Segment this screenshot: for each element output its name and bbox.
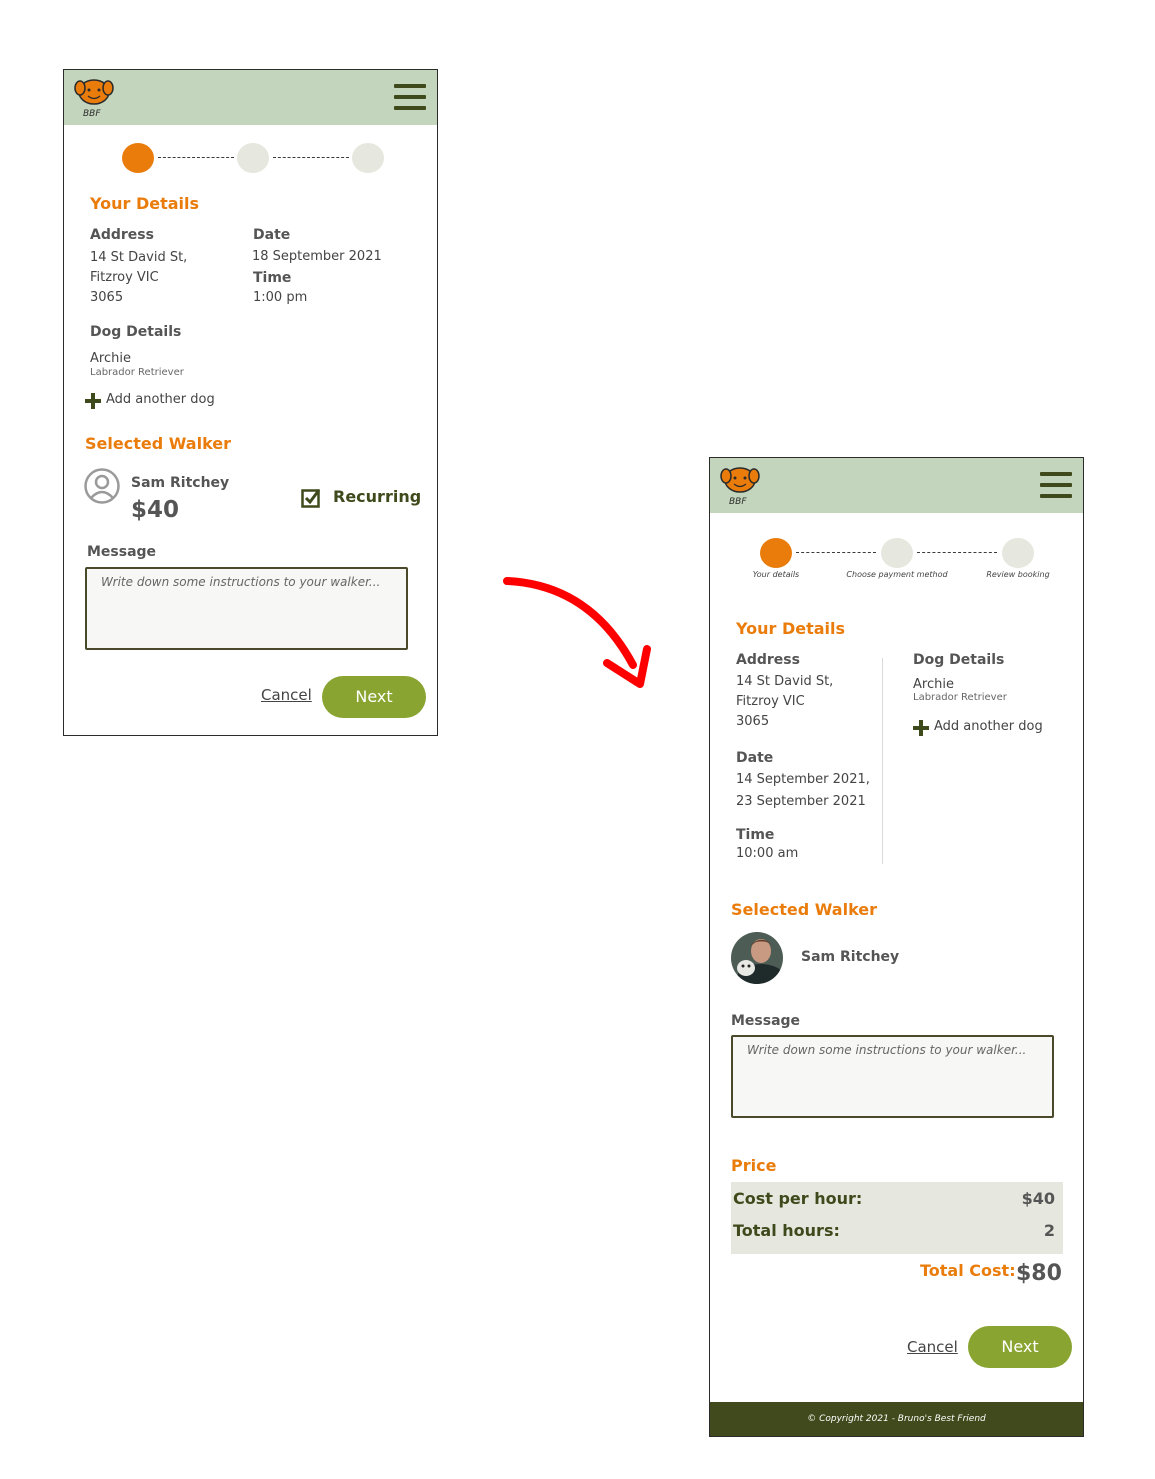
next-button[interactable]: Next	[968, 1326, 1072, 1368]
logo-text: BBF	[83, 109, 101, 119]
logo-text: BBF	[729, 497, 747, 507]
time-label: Time	[736, 827, 775, 843]
dog-details-label: Dog Details	[90, 324, 182, 340]
walker-name: Sam Ritchey	[131, 475, 230, 491]
dog-details-label: Dog Details	[913, 652, 1005, 668]
time-label: Time	[253, 270, 292, 286]
total-hours-row: Total hours: 2	[733, 1221, 1055, 1240]
step-label-your-details: Your details	[752, 570, 800, 579]
dog-logo-icon[interactable]: BBF	[720, 464, 760, 508]
walker-price: $40	[131, 497, 180, 523]
plus-icon[interactable]	[913, 720, 929, 736]
column-divider	[882, 658, 883, 864]
hamburger-menu-icon[interactable]	[1040, 472, 1072, 498]
date-value: 18 September 2021	[252, 249, 382, 264]
total-hours-label: Total hours:	[733, 1221, 840, 1240]
walker-name: Sam Ritchey	[801, 949, 900, 965]
mobile-screen-after: BBF Your details Choose payment method R…	[709, 457, 1084, 1437]
cancel-button[interactable]: Cancel	[261, 686, 312, 704]
step-3-indicator	[1002, 538, 1034, 568]
recurring-label: Recurring	[333, 487, 422, 506]
time-value: 1:00 pm	[253, 290, 308, 305]
add-another-dog-link[interactable]: Add another dog	[106, 392, 215, 407]
total-cost-value: $80	[1016, 1261, 1062, 1286]
price-table: Cost per hour: $40 Total hours: 2	[731, 1182, 1063, 1254]
cancel-button[interactable]: Cancel	[907, 1338, 958, 1356]
date-value: 14 September 2021, 23 September 2021	[736, 772, 870, 809]
step-connector	[273, 157, 349, 158]
cost-per-hour-row: Cost per hour: $40	[733, 1189, 1055, 1208]
cost-per-hour-value: $40	[1021, 1189, 1055, 1208]
message-input[interactable]: Write down some instructions to your wal…	[731, 1035, 1054, 1118]
dog-name: Archie	[913, 677, 954, 692]
total-cost-label: Total Cost:	[920, 1261, 1016, 1280]
step-2-indicator	[237, 143, 269, 173]
add-another-dog-link[interactable]: Add another dog	[934, 719, 1043, 734]
price-title: Price	[731, 1156, 777, 1175]
address-value: 14 St David St, Fitzroy VIC 3065	[736, 674, 834, 729]
walker-photo	[731, 932, 783, 984]
message-input[interactable]: Write down some instructions to your wal…	[85, 567, 408, 650]
date-label: Date	[253, 227, 291, 243]
total-hours-value: 2	[1043, 1221, 1055, 1240]
arrow-icon	[503, 577, 651, 688]
step-connector	[158, 157, 234, 158]
selected-walker-title: Selected Walker	[85, 434, 232, 453]
cost-per-hour-label: Cost per hour:	[733, 1189, 863, 1208]
hamburger-menu-icon[interactable]	[394, 84, 426, 110]
message-label: Message	[731, 1013, 801, 1029]
dog-breed: Labrador Retriever	[913, 692, 1007, 703]
time-value: 10:00 am	[736, 846, 799, 861]
checkbox-checked-icon[interactable]	[301, 488, 321, 508]
app-header: BBF	[710, 458, 1083, 513]
plus-icon[interactable]	[85, 393, 101, 409]
your-details-title: Your Details	[90, 194, 200, 213]
user-avatar-icon	[84, 468, 120, 504]
dog-breed: Labrador Retriever	[90, 367, 184, 378]
address-label: Address	[90, 227, 154, 243]
date-label: Date	[736, 750, 774, 766]
next-button[interactable]: Next	[322, 676, 426, 718]
step-1-indicator	[122, 143, 154, 173]
step-2-indicator	[881, 538, 913, 568]
footer-copyright: © Copyright 2021 - Bruno's Best Friend	[710, 1402, 1083, 1436]
address-label: Address	[736, 652, 800, 668]
step-3-indicator	[352, 143, 384, 173]
selected-walker-title: Selected Walker	[731, 900, 878, 919]
your-details-title: Your Details	[736, 619, 846, 638]
step-label-payment: Choose payment method	[846, 570, 948, 579]
step-label-review: Review booking	[986, 570, 1050, 579]
step-connector	[796, 552, 876, 553]
step-connector	[917, 552, 997, 553]
mobile-screen-before: BBF Your Details Address 14 St David St,…	[63, 69, 438, 736]
message-label: Message	[87, 544, 157, 560]
address-value: 14 St David St, Fitzroy VIC 3065	[90, 250, 188, 305]
dog-name: Archie	[90, 351, 131, 366]
app-header: BBF	[64, 70, 437, 125]
dog-logo-icon[interactable]: BBF	[74, 76, 114, 120]
step-1-indicator	[760, 538, 792, 568]
